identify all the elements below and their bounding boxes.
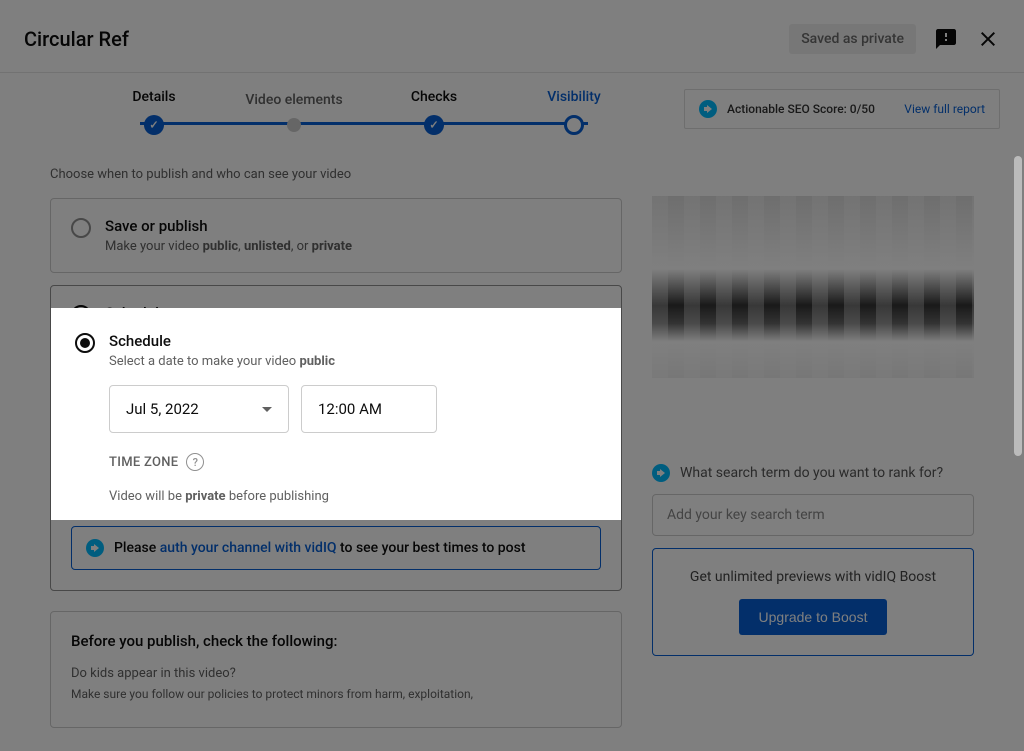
view-full-report-link[interactable]: View full report xyxy=(904,102,985,116)
modal-header: Circular Ref Saved as private xyxy=(0,0,1024,73)
vidiq-icon xyxy=(652,464,670,482)
save-publish-radio[interactable] xyxy=(71,218,91,238)
auth-channel-link[interactable]: auth your channel with vidIQ xyxy=(160,540,337,556)
timezone-label: TIME ZONE xyxy=(109,455,178,470)
vidiq-auth-banner: Please auth your channel with vidIQ to s… xyxy=(71,526,601,570)
scrollbar[interactable] xyxy=(1014,156,1022,456)
publish-checklist: Before you publish, check the following:… xyxy=(50,611,622,728)
saved-status-badge: Saved as private xyxy=(789,24,916,54)
vidiq-icon xyxy=(699,100,717,118)
video-thumbnail xyxy=(652,196,974,378)
schedule-time-picker[interactable]: 12:00 AM xyxy=(301,385,437,433)
step-checks[interactable]: Checks xyxy=(364,89,504,135)
upload-stepper: Details Video elements Checks Visibility xyxy=(84,89,644,135)
chevron-down-icon xyxy=(262,407,272,412)
vidiq-icon xyxy=(86,539,104,557)
save-publish-option[interactable]: Save or publish Make your video public, … xyxy=(50,198,622,273)
schedule-date-picker[interactable]: Jul 5, 2022 xyxy=(109,385,289,433)
seo-score-panel: Actionable SEO Score: 0/50 View full rep… xyxy=(684,89,1000,129)
step-video-elements[interactable]: Video elements xyxy=(224,92,364,132)
vidiq-boost-panel: Get unlimited previews with vidIQ Boost … xyxy=(652,548,974,656)
video-title: Circular Ref xyxy=(24,27,129,51)
search-term-input[interactable]: Add your key search term xyxy=(652,494,974,536)
close-icon[interactable] xyxy=(976,27,1000,51)
step-details[interactable]: Details xyxy=(84,89,224,135)
schedule-spotlight: Schedule Select a date to make your vide… xyxy=(51,308,621,520)
help-icon[interactable]: ? xyxy=(186,453,204,471)
upgrade-to-boost-button[interactable]: Upgrade to Boost xyxy=(739,599,888,635)
feedback-icon[interactable] xyxy=(934,27,958,51)
schedule-radio[interactable] xyxy=(75,333,95,353)
step-visibility[interactable]: Visibility xyxy=(504,89,644,135)
visibility-subtitle: Choose when to publish and who can see y… xyxy=(50,167,622,182)
